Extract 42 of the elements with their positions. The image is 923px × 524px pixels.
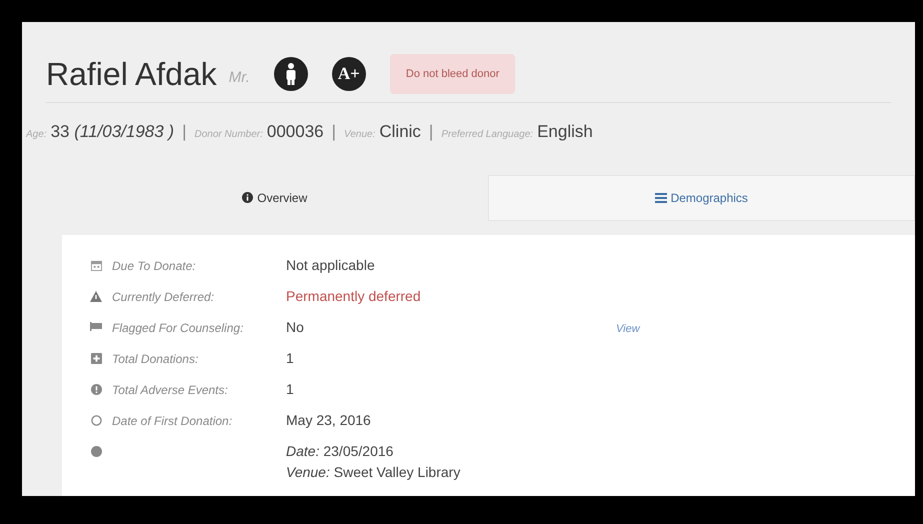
- warning-icon: [90, 290, 102, 302]
- person-icon: [274, 57, 308, 91]
- tab[interactable]: Overview: [62, 174, 488, 220]
- list-icon: [654, 192, 667, 202]
- info-label: Age:: [26, 128, 47, 142]
- info-icon: [242, 192, 254, 203]
- circle-icon: [90, 446, 102, 456]
- info-value: Clinic: [379, 121, 421, 143]
- separator: |: [332, 121, 336, 143]
- info-label: Preferred Language:: [441, 128, 534, 142]
- info-value: 33 (11/03/1983 ): [50, 121, 174, 143]
- separator: |: [428, 121, 434, 143]
- field-label: Total Donations:: [112, 352, 198, 366]
- field-value: No: [286, 318, 305, 336]
- field-value: 1: [286, 380, 295, 398]
- info-value: English: [537, 121, 593, 143]
- blood-group-badge: A+: [332, 57, 366, 91]
- field-label: Currently Deferred:: [112, 290, 214, 304]
- info-label: Donor Number:: [194, 128, 263, 142]
- alert-badge: Do not bleed donor: [390, 54, 516, 94]
- view-link[interactable]: View: [616, 316, 640, 337]
- exclamation-circle-icon: [90, 384, 102, 394]
- field-value: 1: [286, 348, 295, 368]
- tab[interactable]: Demographics: [488, 174, 915, 220]
- field-label: Total Adverse Events:: [112, 382, 228, 396]
- field-label: Date of First Donation:: [112, 414, 232, 428]
- field-value: Not applicable: [286, 256, 376, 275]
- plus-square-icon: [90, 352, 102, 364]
- field-value: Date: 23/05/2016: [286, 442, 394, 460]
- field-value: May 23, 2016: [286, 410, 372, 430]
- donor-title: Mr.: [228, 68, 250, 88]
- separator: |: [182, 121, 187, 143]
- info-label: Venue:: [344, 128, 376, 142]
- flag-icon: [90, 322, 102, 330]
- info-value: 000036: [266, 121, 324, 143]
- circle-icon: [90, 414, 102, 426]
- field-value: Venue: Sweet Valley Library: [286, 462, 462, 482]
- donor-name: Rafiel Afdak: [46, 55, 217, 94]
- field-label: Due To Donate:: [112, 258, 196, 272]
- calendar-icon: [90, 260, 102, 270]
- field-label: Flagged For Counseling:: [112, 320, 244, 334]
- field-value: Permanently deferred: [286, 286, 422, 306]
